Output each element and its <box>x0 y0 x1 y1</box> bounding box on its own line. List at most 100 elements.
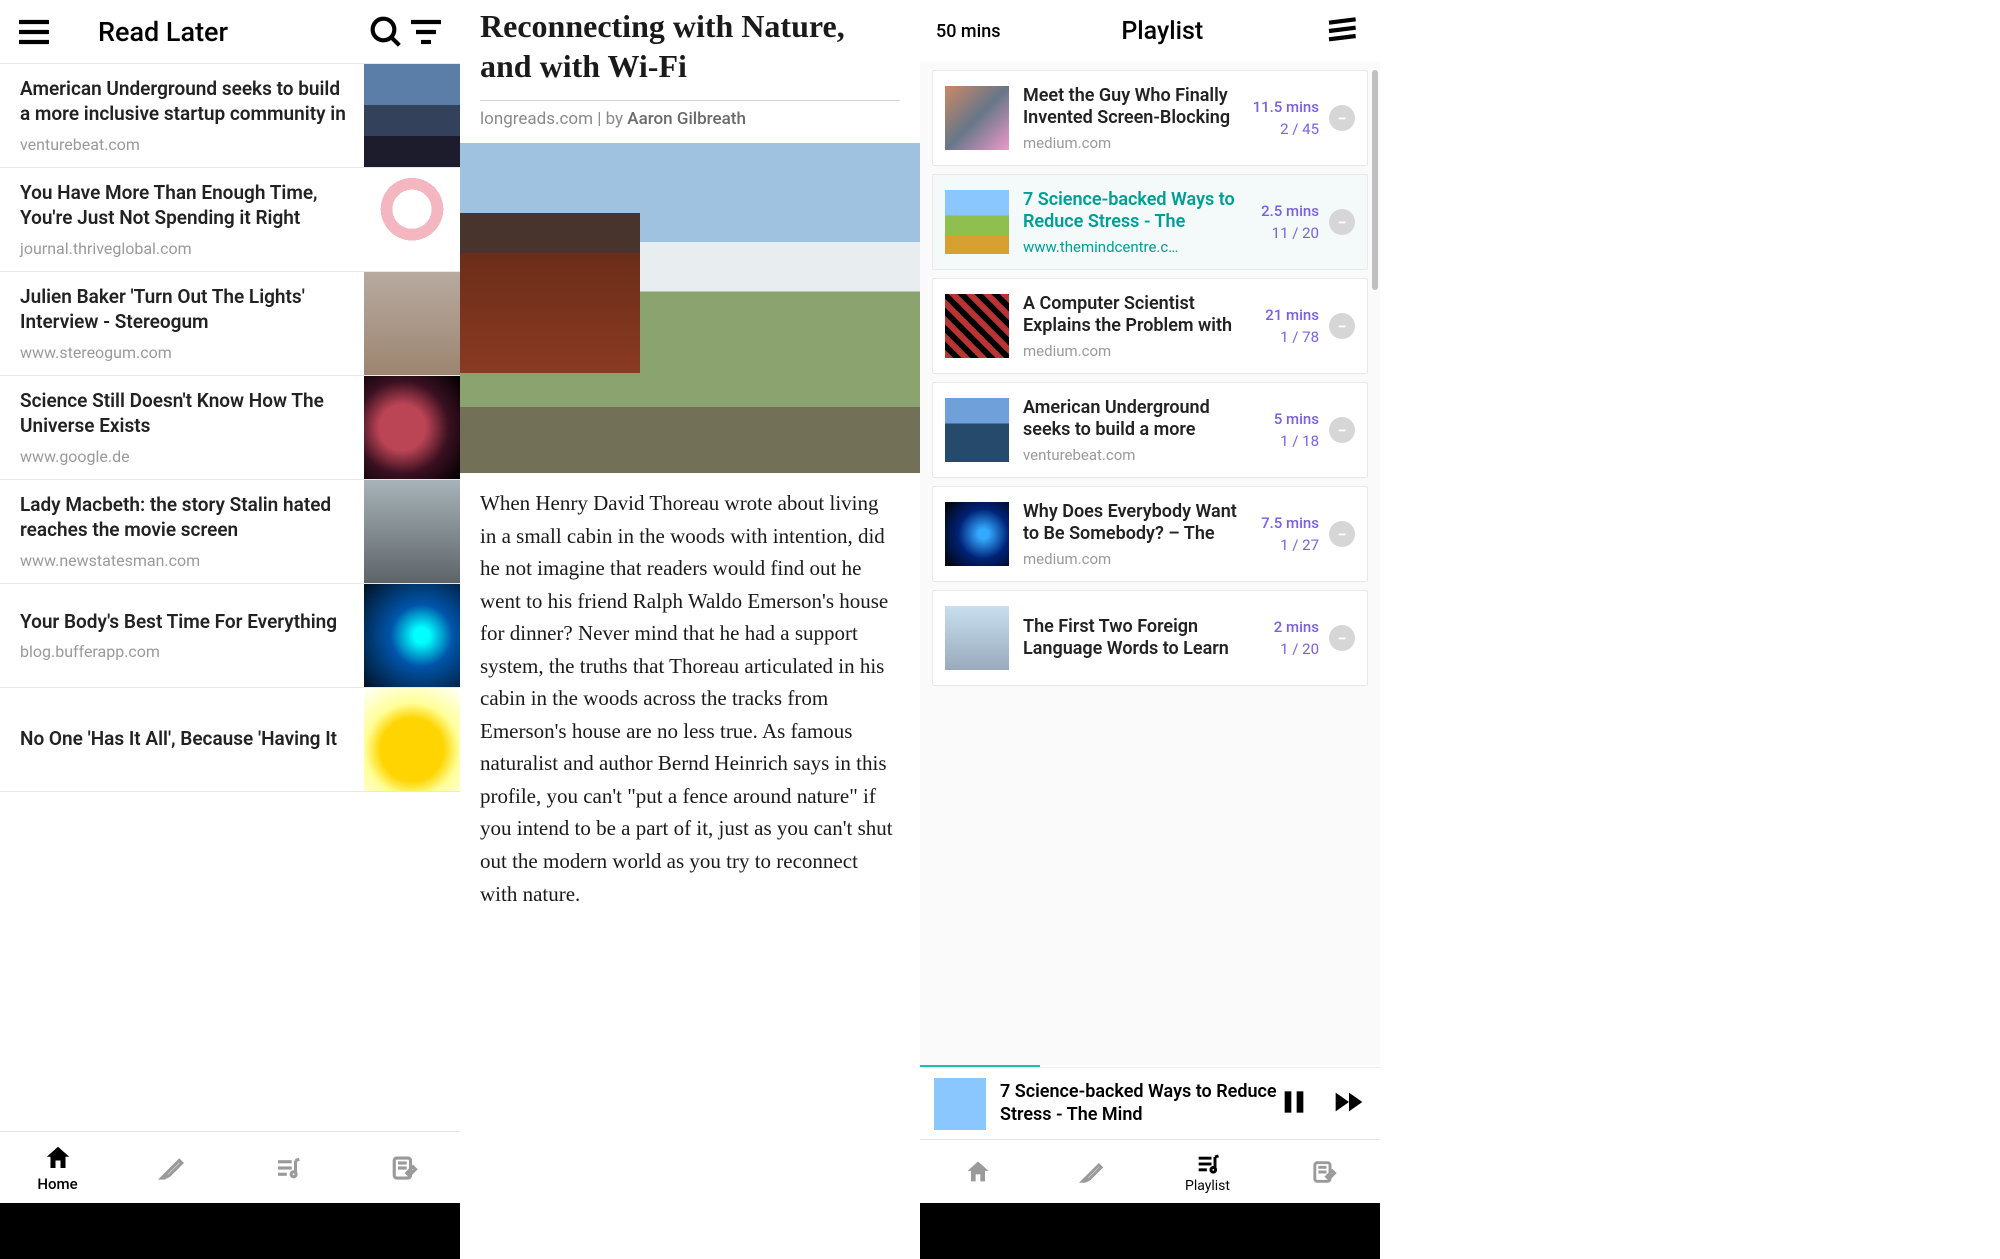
thumbnail <box>364 168 460 271</box>
filter-icon[interactable] <box>406 12 446 52</box>
playlist-item[interactable]: Why Does Everybody Want to Be Somebody? … <box>932 486 1368 582</box>
article-source: www.stereogum.com <box>20 343 352 362</box>
thumbnail <box>945 294 1009 358</box>
article-source: www.google.de <box>20 447 352 466</box>
article-title: Julien Baker 'Turn Out The Lights' Inter… <box>20 285 352 334</box>
pause-icon[interactable] <box>1278 1086 1310 1122</box>
list-item[interactable]: Lady Macbeth: the story Stalin hated rea… <box>0 480 460 584</box>
track-source: www.themindcentre.c… <box>1023 238 1237 256</box>
tab-home[interactable]: Home <box>0 1132 115 1203</box>
tab-home[interactable] <box>920 1140 1035 1203</box>
track-duration: 5 mins <box>1247 410 1319 428</box>
track-source: venturebeat.com <box>1023 446 1237 464</box>
page-title: Read Later <box>98 16 228 48</box>
article-body: When Henry David Thoreau wrote about liv… <box>480 487 900 910</box>
thumbnail <box>364 688 460 791</box>
now-playing-bar[interactable]: 7 Science-backed Ways to Reduce Stress -… <box>920 1067 1380 1139</box>
thumbnail <box>364 480 460 583</box>
playlist-item[interactable]: 7 Science-backed Ways to Reduce Stress -… <box>932 174 1368 270</box>
list-item[interactable]: Your Body's Best Time For Everything blo… <box>0 584 460 688</box>
article-title: You Have More Than Enough Time, You're J… <box>20 181 352 230</box>
android-nav-bar <box>0 1203 460 1259</box>
list-item[interactable]: You Have More Than Enough Time, You're J… <box>0 168 460 272</box>
article-source: journal.thriveglobal.com <box>20 239 352 258</box>
now-playing-title: 7 Science-backed Ways to Reduce Stress -… <box>1000 1081 1278 1126</box>
read-later-panel: Read Later American Underground seeks to… <box>0 0 460 1259</box>
track-duration: 11.5 mins <box>1247 98 1319 116</box>
article-title: Your Body's Best Time For Everything <box>20 610 352 635</box>
remove-icon[interactable]: − <box>1329 417 1355 443</box>
remove-icon[interactable]: − <box>1329 105 1355 131</box>
tab-notes[interactable] <box>1265 1140 1380 1203</box>
playlist-duration: 50 mins <box>936 21 1001 42</box>
tab-label: Home <box>37 1175 77 1193</box>
list-item[interactable]: No One 'Has It All', Because 'Having It <box>0 688 460 792</box>
track-duration: 2 mins <box>1247 618 1319 636</box>
article-source: venturebeat.com <box>20 135 352 154</box>
scrollbar[interactable] <box>1372 70 1378 290</box>
tab-bar: Home <box>0 1131 460 1203</box>
list-item[interactable]: American Underground seeks to build a mo… <box>0 64 460 168</box>
track-title: The First Two Foreign Language Words to … <box>1023 616 1237 661</box>
track-title: A Computer Scientist Explains the Proble… <box>1023 293 1237 338</box>
remove-icon[interactable]: − <box>1329 521 1355 547</box>
track-progress: 2 / 45 <box>1247 120 1319 138</box>
article-author: Aaron Gilbreath <box>627 109 746 129</box>
tab-highlights[interactable] <box>115 1132 230 1203</box>
track-title: 7 Science-backed Ways to Reduce Stress -… <box>1023 189 1237 234</box>
article-headline: Reconnecting with Nature, and with Wi-Fi <box>480 6 900 86</box>
thumbnail <box>945 606 1009 670</box>
article-meta: longreads.com | by Aaron Gilbreath <box>480 100 900 129</box>
article-hero-image <box>460 143 920 473</box>
playlist-list: Meet the Guy Who Finally Invented Screen… <box>920 62 1380 1065</box>
article-title: No One 'Has It All', Because 'Having It <box>20 727 352 752</box>
track-progress: 1 / 27 <box>1247 536 1319 554</box>
queue-icon[interactable] <box>1324 11 1364 51</box>
playlist-item[interactable]: Meet the Guy Who Finally Invented Screen… <box>932 70 1368 166</box>
thumbnail <box>945 398 1009 462</box>
track-duration: 21 mins <box>1247 306 1319 324</box>
playlist-item[interactable]: The First Two Foreign Language Words to … <box>932 590 1368 686</box>
track-title: Why Does Everybody Want to Be Somebody? … <box>1023 501 1237 546</box>
remove-icon[interactable]: − <box>1329 313 1355 339</box>
article-panel: Reconnecting with Nature, and with Wi-Fi… <box>460 0 920 1259</box>
tab-notes[interactable] <box>345 1132 460 1203</box>
thumbnail <box>945 190 1009 254</box>
track-title: Meet the Guy Who Finally Invented Screen… <box>1023 85 1237 130</box>
article-domain: longreads.com <box>480 109 593 129</box>
search-icon[interactable] <box>366 12 406 52</box>
hamburger-icon[interactable] <box>14 12 54 52</box>
playlist-title: Playlist <box>1001 17 1325 46</box>
article-source: blog.bufferapp.com <box>20 642 352 661</box>
track-progress: 1 / 78 <box>1247 328 1319 346</box>
android-nav-bar <box>920 1203 1380 1259</box>
article-title: Lady Macbeth: the story Stalin hated rea… <box>20 493 352 542</box>
thumbnail <box>364 64 460 167</box>
remove-icon[interactable]: − <box>1329 625 1355 651</box>
track-source: medium.com <box>1023 342 1237 360</box>
tab-playlist[interactable] <box>230 1132 345 1203</box>
list-item[interactable]: Science Still Doesn't Know How The Unive… <box>0 376 460 480</box>
tab-bar: Playlist <box>920 1139 1380 1203</box>
track-progress: 1 / 18 <box>1247 432 1319 450</box>
track-source: medium.com <box>1023 550 1237 568</box>
now-playing-thumbnail <box>934 1078 986 1130</box>
article-title: Science Still Doesn't Know How The Unive… <box>20 389 352 438</box>
playlist-header: 50 mins Playlist <box>920 0 1380 62</box>
tab-playlist[interactable]: Playlist <box>1150 1140 1265 1203</box>
list-item[interactable]: Julien Baker 'Turn Out The Lights' Inter… <box>0 272 460 376</box>
thumbnail <box>364 376 460 479</box>
thumbnail <box>364 584 460 687</box>
thumbnail <box>364 272 460 375</box>
fast-forward-icon[interactable] <box>1332 1086 1366 1122</box>
track-title: American Underground seeks to build a mo… <box>1023 397 1237 442</box>
playlist-item[interactable]: A Computer Scientist Explains the Proble… <box>932 278 1368 374</box>
track-progress: 1 / 20 <box>1247 640 1319 658</box>
read-later-header: Read Later <box>0 0 460 64</box>
playlist-panel: 50 mins Playlist Meet the Guy Who Finall… <box>920 0 1380 1259</box>
remove-icon[interactable]: − <box>1329 209 1355 235</box>
track-progress: 11 / 20 <box>1247 224 1319 242</box>
playlist-item[interactable]: American Underground seeks to build a mo… <box>932 382 1368 478</box>
tab-highlights[interactable] <box>1035 1140 1150 1203</box>
track-duration: 7.5 mins <box>1247 514 1319 532</box>
